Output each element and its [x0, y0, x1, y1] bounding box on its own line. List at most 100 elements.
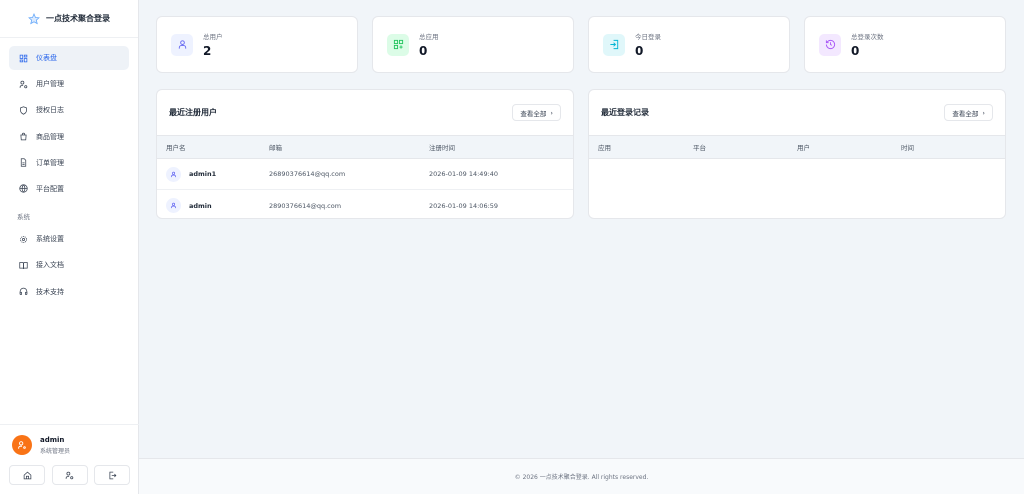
book-icon — [19, 261, 28, 269]
stat-label: 总登录次数 — [851, 33, 884, 41]
column-header: 应用 — [598, 144, 611, 152]
chevron-right-icon: › — [982, 108, 985, 117]
recent-logins-panel: 最近登录记录 查看全部 › 应用 平台 用户 时间 — [588, 89, 1006, 219]
dashboard-icon — [19, 54, 28, 62]
time-cell: 2026-01-09 14:06:59 — [429, 201, 499, 210]
time-cell: 2026-01-09 14:49:40 — [429, 170, 499, 178]
sidebar-item-platform-config[interactable]: 平台配置 — [9, 177, 129, 201]
user-icon — [171, 202, 176, 209]
column-header: 时间 — [901, 144, 914, 152]
footer: © 2026 一点技术聚合登录. All rights reserved. — [139, 458, 1024, 494]
view-all-label: 查看全部 — [520, 109, 547, 118]
sidebar-item-system-settings[interactable]: 系统设置 — [9, 227, 129, 251]
stat-card-total-logins: 总登录次数 0 — [804, 16, 1006, 73]
user-settings-icon — [65, 471, 74, 479]
sidebar-item-products[interactable]: 商品管理 — [9, 125, 129, 149]
view-all-users-button[interactable]: 查看全部 › — [512, 104, 561, 121]
app-title: 一点技术聚合登录 — [46, 14, 110, 23]
stat-card-total-apps: 总应用 0 — [372, 16, 574, 73]
user-actions — [9, 465, 130, 485]
star-logo-icon — [28, 12, 40, 24]
sidebar-item-orders[interactable]: 订单管理 — [9, 151, 129, 175]
stat-label: 今日登录 — [635, 33, 661, 41]
stat-value: 2 — [203, 44, 212, 58]
sidebar-item-dashboard[interactable]: 仪表盘 — [9, 46, 129, 70]
apps-icon — [393, 39, 403, 50]
stat-icon-wrap — [387, 33, 409, 56]
stat-icon-wrap — [819, 33, 841, 56]
user-avatar-icon — [18, 441, 26, 449]
shield-icon — [20, 106, 27, 115]
panel-title: 最近注册用户 — [169, 108, 217, 117]
home-icon — [23, 471, 31, 479]
sidebar-item-docs[interactable]: 接入文档 — [9, 253, 129, 277]
username: admin1 — [189, 170, 217, 178]
column-header: 用户名 — [166, 144, 186, 152]
stat-value: 0 — [635, 44, 644, 58]
username: admin — [189, 201, 212, 210]
shopping-bag-icon — [20, 132, 27, 141]
user-info[interactable]: admin 系统管理员 — [12, 435, 130, 455]
stat-value: 0 — [851, 44, 860, 58]
sidebar-item-label: 商品管理 — [36, 132, 64, 141]
stat-label: 总应用 — [419, 33, 439, 41]
sidebar-item-label: 授权日志 — [36, 106, 64, 115]
stats-row: 总用户 2 总应用 0 今日登录 0 总登录次数 0 — [156, 16, 1006, 73]
sidebar-item-label: 系统设置 — [36, 235, 64, 244]
profile-button[interactable] — [51, 465, 88, 485]
sidebar-item-label: 接入文档 — [36, 261, 64, 270]
stat-label: 总用户 — [203, 33, 223, 41]
email-cell: 2890376614@qq.com — [269, 201, 342, 210]
gear-icon — [20, 235, 27, 243]
sidebar-item-label: 技术支持 — [36, 287, 64, 296]
chevron-right-icon: › — [550, 108, 553, 117]
user-panel: admin 系统管理员 — [0, 424, 139, 494]
sidebar-item-label: 订单管理 — [36, 158, 64, 167]
logout-icon — [109, 471, 116, 479]
user-badge — [166, 166, 181, 182]
column-header: 平台 — [693, 144, 706, 152]
column-header: 注册时间 — [429, 144, 455, 152]
user-role: 系统管理员 — [40, 447, 71, 455]
user-icon — [178, 40, 186, 49]
username-cell: admin1 — [157, 166, 269, 182]
copyright-text: © 2026 一点技术聚合登录. All rights reserved. — [514, 474, 649, 481]
user-name: admin — [40, 435, 65, 444]
document-icon — [20, 158, 27, 167]
username-cell: admin — [157, 198, 269, 213]
user-badge — [166, 198, 181, 213]
stat-icon-wrap — [171, 33, 193, 56]
email-cell: 26890376614@qq.com — [269, 170, 346, 178]
user-manage-icon — [19, 80, 28, 88]
sidebar-item-users[interactable]: 用户管理 — [9, 72, 129, 96]
view-all-label: 查看全部 — [952, 109, 979, 118]
globe-icon — [19, 184, 28, 194]
panel-header: 最近登录记录 查看全部 › — [589, 90, 1005, 135]
home-button[interactable] — [9, 465, 45, 485]
table-header: 用户名 邮箱 注册时间 — [157, 135, 573, 159]
headset-icon — [19, 287, 28, 295]
sidebar-section-label: 系统 — [17, 213, 30, 222]
stat-card-total-users: 总用户 2 — [156, 16, 358, 73]
sidebar-item-label: 用户管理 — [36, 80, 64, 89]
panel-header: 最近注册用户 查看全部 › — [157, 90, 573, 135]
view-all-logins-button[interactable]: 查看全部 › — [944, 104, 993, 121]
table-row[interactable]: admin 2890376614@qq.com 2026-01-09 14:06… — [157, 190, 573, 218]
stat-value: 0 — [419, 44, 428, 58]
stat-icon-wrap — [603, 33, 625, 56]
sidebar-nav: 仪表盘 用户管理 授权日志 商品管理 订单管理 平台配置 系统 系统设置 接入文… — [0, 38, 138, 314]
table-row[interactable]: admin1 26890376614@qq.com 2026-01-09 14:… — [157, 159, 573, 190]
table-header: 应用 平台 用户 时间 — [589, 135, 1005, 159]
sidebar-item-auth-log[interactable]: 授权日志 — [9, 98, 129, 122]
sidebar-item-support[interactable]: 技术支持 — [9, 280, 129, 304]
login-icon — [609, 39, 618, 50]
recent-users-panel: 最近注册用户 查看全部 › 用户名 邮箱 注册时间 admin1 2689037… — [156, 89, 574, 219]
column-header: 用户 — [797, 144, 810, 152]
logo[interactable]: 一点技术聚合登录 — [0, 0, 138, 38]
column-header: 邮箱 — [269, 144, 282, 152]
sidebar-item-label: 仪表盘 — [36, 54, 57, 62]
logout-button[interactable] — [94, 465, 130, 485]
user-icon — [171, 171, 176, 177]
main-content: 总用户 2 总应用 0 今日登录 0 总登录次数 0 最近注册用户 查看全部 ›… — [139, 0, 1024, 494]
stat-card-today-logins: 今日登录 0 — [588, 16, 790, 73]
